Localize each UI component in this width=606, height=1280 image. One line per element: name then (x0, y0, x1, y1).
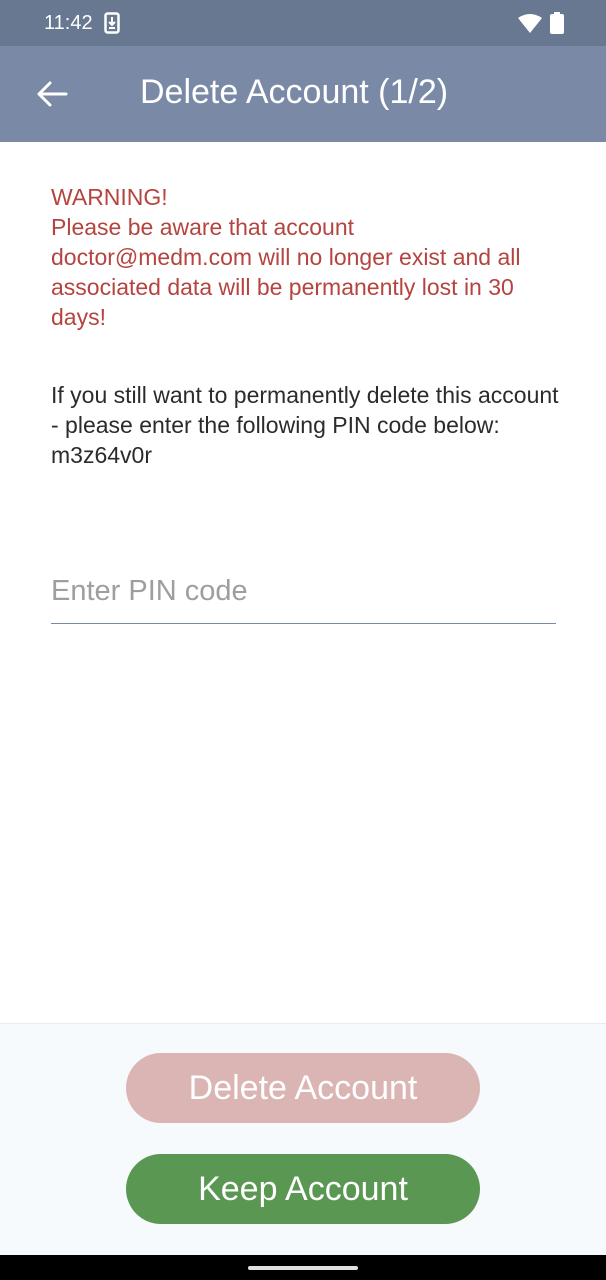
warning-block: WARNING! Please be aware that account do… (51, 182, 561, 332)
app-bar: Delete Account (1/2) (0, 46, 606, 142)
download-icon (104, 12, 120, 34)
pin-input[interactable] (51, 560, 556, 623)
content: WARNING! Please be aware that account do… (51, 182, 561, 470)
battery-icon (550, 12, 564, 34)
delete-account-button[interactable]: Delete Account (126, 1053, 480, 1123)
home-handle[interactable] (248, 1266, 358, 1270)
status-time: 11:42 (44, 12, 93, 34)
wifi-icon (518, 14, 542, 33)
pin-instructions: If you still want to permanently delete … (51, 382, 559, 468)
navigation-bar (0, 1255, 606, 1280)
page-title: Delete Account (1/2) (140, 73, 449, 111)
status-bar: 11:42 (0, 0, 606, 46)
warning-message: Please be aware that account doctor@medm… (51, 214, 521, 330)
warning-heading: WARNING! (51, 184, 168, 210)
arrow-left-icon (37, 81, 68, 107)
pin-field (51, 560, 556, 624)
footer: Delete Account Keep Account (0, 1023, 606, 1255)
back-button[interactable] (26, 68, 78, 120)
keep-account-button[interactable]: Keep Account (126, 1154, 480, 1224)
